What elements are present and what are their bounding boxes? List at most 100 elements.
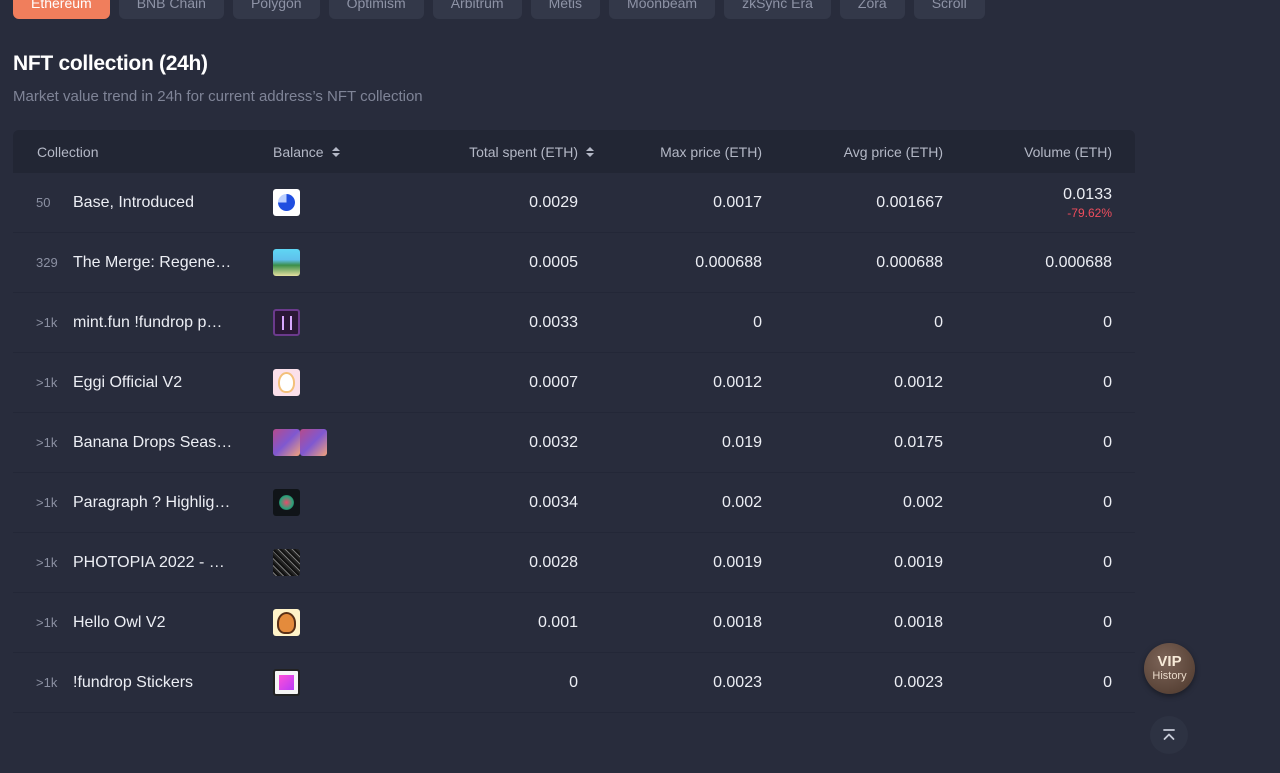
- collection-name[interactable]: Hello Owl V2: [73, 614, 233, 632]
- total-spent: 0.0007: [529, 373, 578, 391]
- volume-value: 0: [1103, 433, 1112, 451]
- base-thumb: [273, 189, 300, 216]
- max-price: 0.0018: [713, 613, 762, 631]
- sort-icon[interactable]: [331, 146, 340, 157]
- table-row[interactable]: >1k PHOTOPIA 2022 - … 0.0028 0.0019 0.00…: [13, 533, 1135, 593]
- table-row[interactable]: >1k Hello Owl V2 0.001 0.0018 0.0018 0: [13, 593, 1135, 653]
- collection-name[interactable]: Eggi Official V2: [73, 374, 233, 392]
- header-max-price-label: Max price (ETH): [660, 143, 762, 160]
- total-spent: 0: [569, 673, 578, 691]
- volume-value: 0: [1103, 553, 1112, 571]
- collection-name-cell[interactable]: Base, Introduced: [73, 173, 233, 232]
- banana-thumb: [273, 429, 300, 456]
- table-row[interactable]: 50 Base, Introduced 0.0029 0.0017 0.0016…: [13, 173, 1135, 233]
- back-to-top-button[interactable]: [1150, 716, 1188, 754]
- volume-cell: 0.0133 -79.62%: [1063, 173, 1112, 232]
- chain-tab-ethereum[interactable]: Ethereum: [13, 0, 110, 19]
- balance-cell: [273, 173, 300, 232]
- vip-label: VIP: [1157, 653, 1182, 670]
- collection-name[interactable]: Paragraph ? Highlig…: [73, 494, 233, 512]
- volume-value: 0: [1103, 493, 1112, 511]
- collection-name[interactable]: PHOTOPIA 2022 - …: [73, 554, 233, 572]
- vip-history-button[interactable]: VIP History: [1144, 643, 1195, 694]
- header-balance[interactable]: Balance: [273, 130, 340, 173]
- balance-cell: [273, 533, 300, 592]
- chain-tab-metis[interactable]: Metis: [530, 0, 601, 19]
- collection-name[interactable]: Banana Drops Seas…: [73, 434, 233, 452]
- chain-tab-bnb-chain[interactable]: BNB Chain: [118, 0, 224, 19]
- avg-price: 0.0018: [894, 613, 943, 631]
- table-row[interactable]: 329 The Merge: Regene… 0.0005 0.000688 0…: [13, 233, 1135, 293]
- collection-name-cell[interactable]: Hello Owl V2: [73, 593, 233, 652]
- chain-tab-zora[interactable]: Zora: [839, 0, 905, 19]
- balance-cell: [273, 653, 300, 712]
- collection-name-cell[interactable]: Eggi Official V2: [73, 353, 233, 412]
- collection-name-cell[interactable]: Paragraph ? Highlig…: [73, 473, 233, 532]
- chain-tab-zksync-era[interactable]: zkSync Era: [724, 0, 831, 19]
- total-spent: 0.0033: [529, 313, 578, 331]
- volume-value: 0.000688: [1045, 253, 1112, 271]
- collection-name-cell[interactable]: Banana Drops Seas…: [73, 413, 233, 472]
- table-row[interactable]: >1k mint.fun !fundrop p… 0.0033 0 0 0: [13, 293, 1135, 353]
- volume-change: -79.62%: [1067, 205, 1112, 220]
- collection-name-cell[interactable]: mint.fun !fundrop p…: [73, 293, 233, 352]
- total-spent: 0.0005: [529, 253, 578, 271]
- fundrop-thumb: [273, 669, 300, 696]
- collection-rank: 329: [36, 255, 58, 270]
- balance-cell: [273, 413, 327, 472]
- avg-price: 0.0175: [894, 433, 943, 451]
- section-title: NFT collection (24h): [13, 52, 208, 75]
- chain-tab-polygon[interactable]: Polygon: [232, 0, 320, 19]
- collection-name[interactable]: !fundrop Stickers: [73, 674, 233, 692]
- chain-tab-moonbeam[interactable]: Moonbeam: [609, 0, 716, 19]
- chain-tabs: Ethereum BNB Chain Polygon Optimism Arbitrum…: [13, 0, 985, 19]
- double-chevron-up-icon: [1163, 729, 1175, 740]
- total-spent: 0.0028: [529, 553, 578, 571]
- mint-thumb: [273, 309, 300, 336]
- volume-value: 0: [1103, 373, 1112, 391]
- collection-name[interactable]: mint.fun !fundrop p…: [73, 314, 233, 332]
- page: Ethereum BNB Chain Polygon Optimism Arbitrum…: [0, 0, 1280, 773]
- volume-cell: 0: [1103, 533, 1112, 592]
- collection-name[interactable]: The Merge: Regene…: [73, 254, 233, 272]
- balance-cell: [273, 233, 300, 292]
- banana-thumb: [300, 429, 327, 456]
- table-row[interactable]: >1k Eggi Official V2 0.0007 0.0012 0.001…: [13, 353, 1135, 413]
- section-subtitle: Market value trend in 24h for current ad…: [13, 88, 423, 105]
- max-price: 0.0023: [713, 673, 762, 691]
- table-row[interactable]: >1k !fundrop Stickers 0 0.0023 0.0023 0: [13, 653, 1135, 713]
- avg-price: 0: [934, 313, 943, 331]
- history-label: History: [1152, 670, 1187, 682]
- collection-rank: >1k: [36, 495, 58, 510]
- chain-tab-arbitrum[interactable]: Arbitrum: [432, 0, 522, 19]
- volume-cell: 0.000688: [1045, 233, 1112, 292]
- collection-name-cell[interactable]: The Merge: Regene…: [73, 233, 233, 292]
- volume-value: 0: [1103, 313, 1112, 331]
- header-total-spent[interactable]: Total spent (ETH): [469, 130, 594, 173]
- sort-icon[interactable]: [586, 146, 594, 157]
- max-price: 0.019: [721, 433, 762, 451]
- total-spent: 0.0034: [529, 493, 578, 511]
- collection-name-cell[interactable]: PHOTOPIA 2022 - …: [73, 533, 233, 592]
- header-balance-label: Balance: [273, 143, 324, 160]
- balance-cell: [273, 593, 300, 652]
- volume-value: 0: [1103, 613, 1112, 631]
- paragraph-thumb: [273, 489, 300, 516]
- table-row[interactable]: >1k Banana Drops Seas… 0.0032 0.019 0.01…: [13, 413, 1135, 473]
- balance-cell: [273, 473, 300, 532]
- max-price: 0: [753, 313, 762, 331]
- collection-name-cell[interactable]: !fundrop Stickers: [73, 653, 233, 712]
- max-price: 0.0017: [713, 193, 762, 211]
- volume-cell: 0: [1103, 353, 1112, 412]
- avg-price: 0.0012: [894, 373, 943, 391]
- table-row[interactable]: >1k Paragraph ? Highlig… 0.0034 0.002 0.…: [13, 473, 1135, 533]
- header-max-price: Max price (ETH): [660, 130, 762, 173]
- table-header: Collection Balance Total spent (ETH) Max…: [13, 130, 1135, 173]
- chain-tab-optimism[interactable]: Optimism: [328, 0, 424, 19]
- collection-rank: >1k: [36, 615, 58, 630]
- collection-name[interactable]: Base, Introduced: [73, 194, 233, 212]
- header-volume: Volume (ETH): [1024, 130, 1112, 173]
- chain-tab-scroll[interactable]: Scroll: [913, 0, 985, 19]
- avg-price: 0.000688: [876, 253, 943, 271]
- avg-price: 0.0023: [894, 673, 943, 691]
